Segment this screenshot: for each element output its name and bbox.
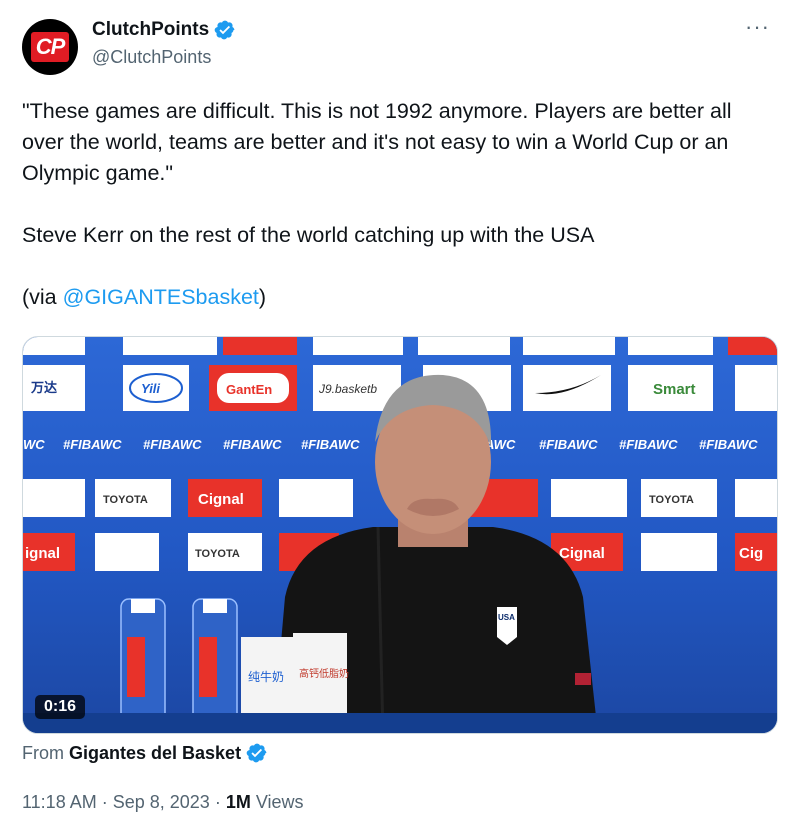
views-label: Views	[255, 792, 304, 812]
video-duration-badge: 0:16	[35, 695, 86, 719]
avatar[interactable]: CP	[22, 19, 78, 75]
source-attribution[interactable]: From Gigantes del Basket	[22, 742, 268, 764]
svg-text:WC: WC	[23, 437, 45, 452]
sponsor-boards-top	[23, 337, 777, 355]
svg-text:万达: 万达	[30, 380, 57, 396]
svg-text:USA: USA	[498, 613, 515, 622]
svg-text:#FIBAWC: #FIBAWC	[699, 437, 758, 452]
tweet-date[interactable]: Sep 8, 2023	[113, 792, 210, 813]
svg-text:Cignal: Cignal	[198, 491, 244, 508]
svg-text:#FIBAWC: #FIBAWC	[143, 437, 202, 452]
author-handle[interactable]: @ClutchPoints	[92, 47, 211, 68]
source-name-link[interactable]: Gigantes del Basket	[69, 743, 241, 764]
author-name-row[interactable]: ClutchPoints	[92, 19, 236, 41]
svg-text:TOYOTA: TOYOTA	[195, 548, 240, 560]
svg-text:ignal: ignal	[25, 545, 60, 562]
svg-text:TOYOTA: TOYOTA	[649, 494, 694, 506]
mention-link[interactable]: @GIGANTESbasket	[63, 285, 259, 309]
meta-separator: ·	[101, 792, 108, 812]
avatar-logo: CP	[30, 32, 70, 62]
svg-text:GantEn: GantEn	[226, 382, 272, 397]
tweet-text: "These games are difficult. This is not …	[22, 96, 772, 344]
views-count: 1M	[225, 792, 251, 812]
more-options-icon[interactable]: ···	[745, 14, 770, 40]
svg-text:#FIBAWC: #FIBAWC	[63, 437, 122, 452]
svg-text:TOYOTA: TOYOTA	[103, 494, 148, 506]
milk-cartons: 纯牛奶 高钙低脂奶	[241, 633, 349, 717]
svg-text:#FIBAWC: #FIBAWC	[539, 437, 598, 452]
tweet-caption: Steve Kerr on the rest of the world catc…	[22, 223, 595, 247]
svg-text:J9.basketb: J9.basketb	[318, 382, 377, 396]
svg-text:Yili: Yili	[141, 381, 160, 396]
from-label: From	[22, 742, 64, 763]
tweet-meta: 11:18 AM · Sep 8, 2023 · 1M Views	[22, 792, 304, 813]
svg-text:Cignal: Cignal	[559, 545, 605, 562]
tweet-via: (via @GIGANTESbasket)	[22, 285, 267, 309]
display-name[interactable]: ClutchPoints	[92, 19, 209, 41]
svg-text:高钙低脂奶: 高钙低脂奶	[299, 667, 349, 680]
svg-text:#FIBAWC: #FIBAWC	[223, 437, 282, 452]
svg-text:Smart: Smart	[653, 381, 696, 398]
verified-badge-icon	[246, 743, 267, 763]
verified-badge-icon	[214, 20, 235, 40]
svg-text:Cig: Cig	[739, 545, 763, 562]
tweet-time[interactable]: 11:18 AM	[22, 792, 97, 813]
svg-text:纯牛奶: 纯牛奶	[248, 669, 284, 684]
svg-text:#FIBAWC: #FIBAWC	[619, 437, 678, 452]
tweet-quote: "These games are difficult. This is not …	[22, 99, 732, 185]
video-frame: 万达 Yili GantEn J9.basketb Smart WC #FIBA…	[23, 337, 777, 733]
svg-text:#FIBAWC: #FIBAWC	[301, 437, 360, 452]
video-player[interactable]: 万达 Yili GantEn J9.basketb Smart WC #FIBA…	[22, 336, 778, 734]
meta-separator: ·	[214, 792, 221, 812]
